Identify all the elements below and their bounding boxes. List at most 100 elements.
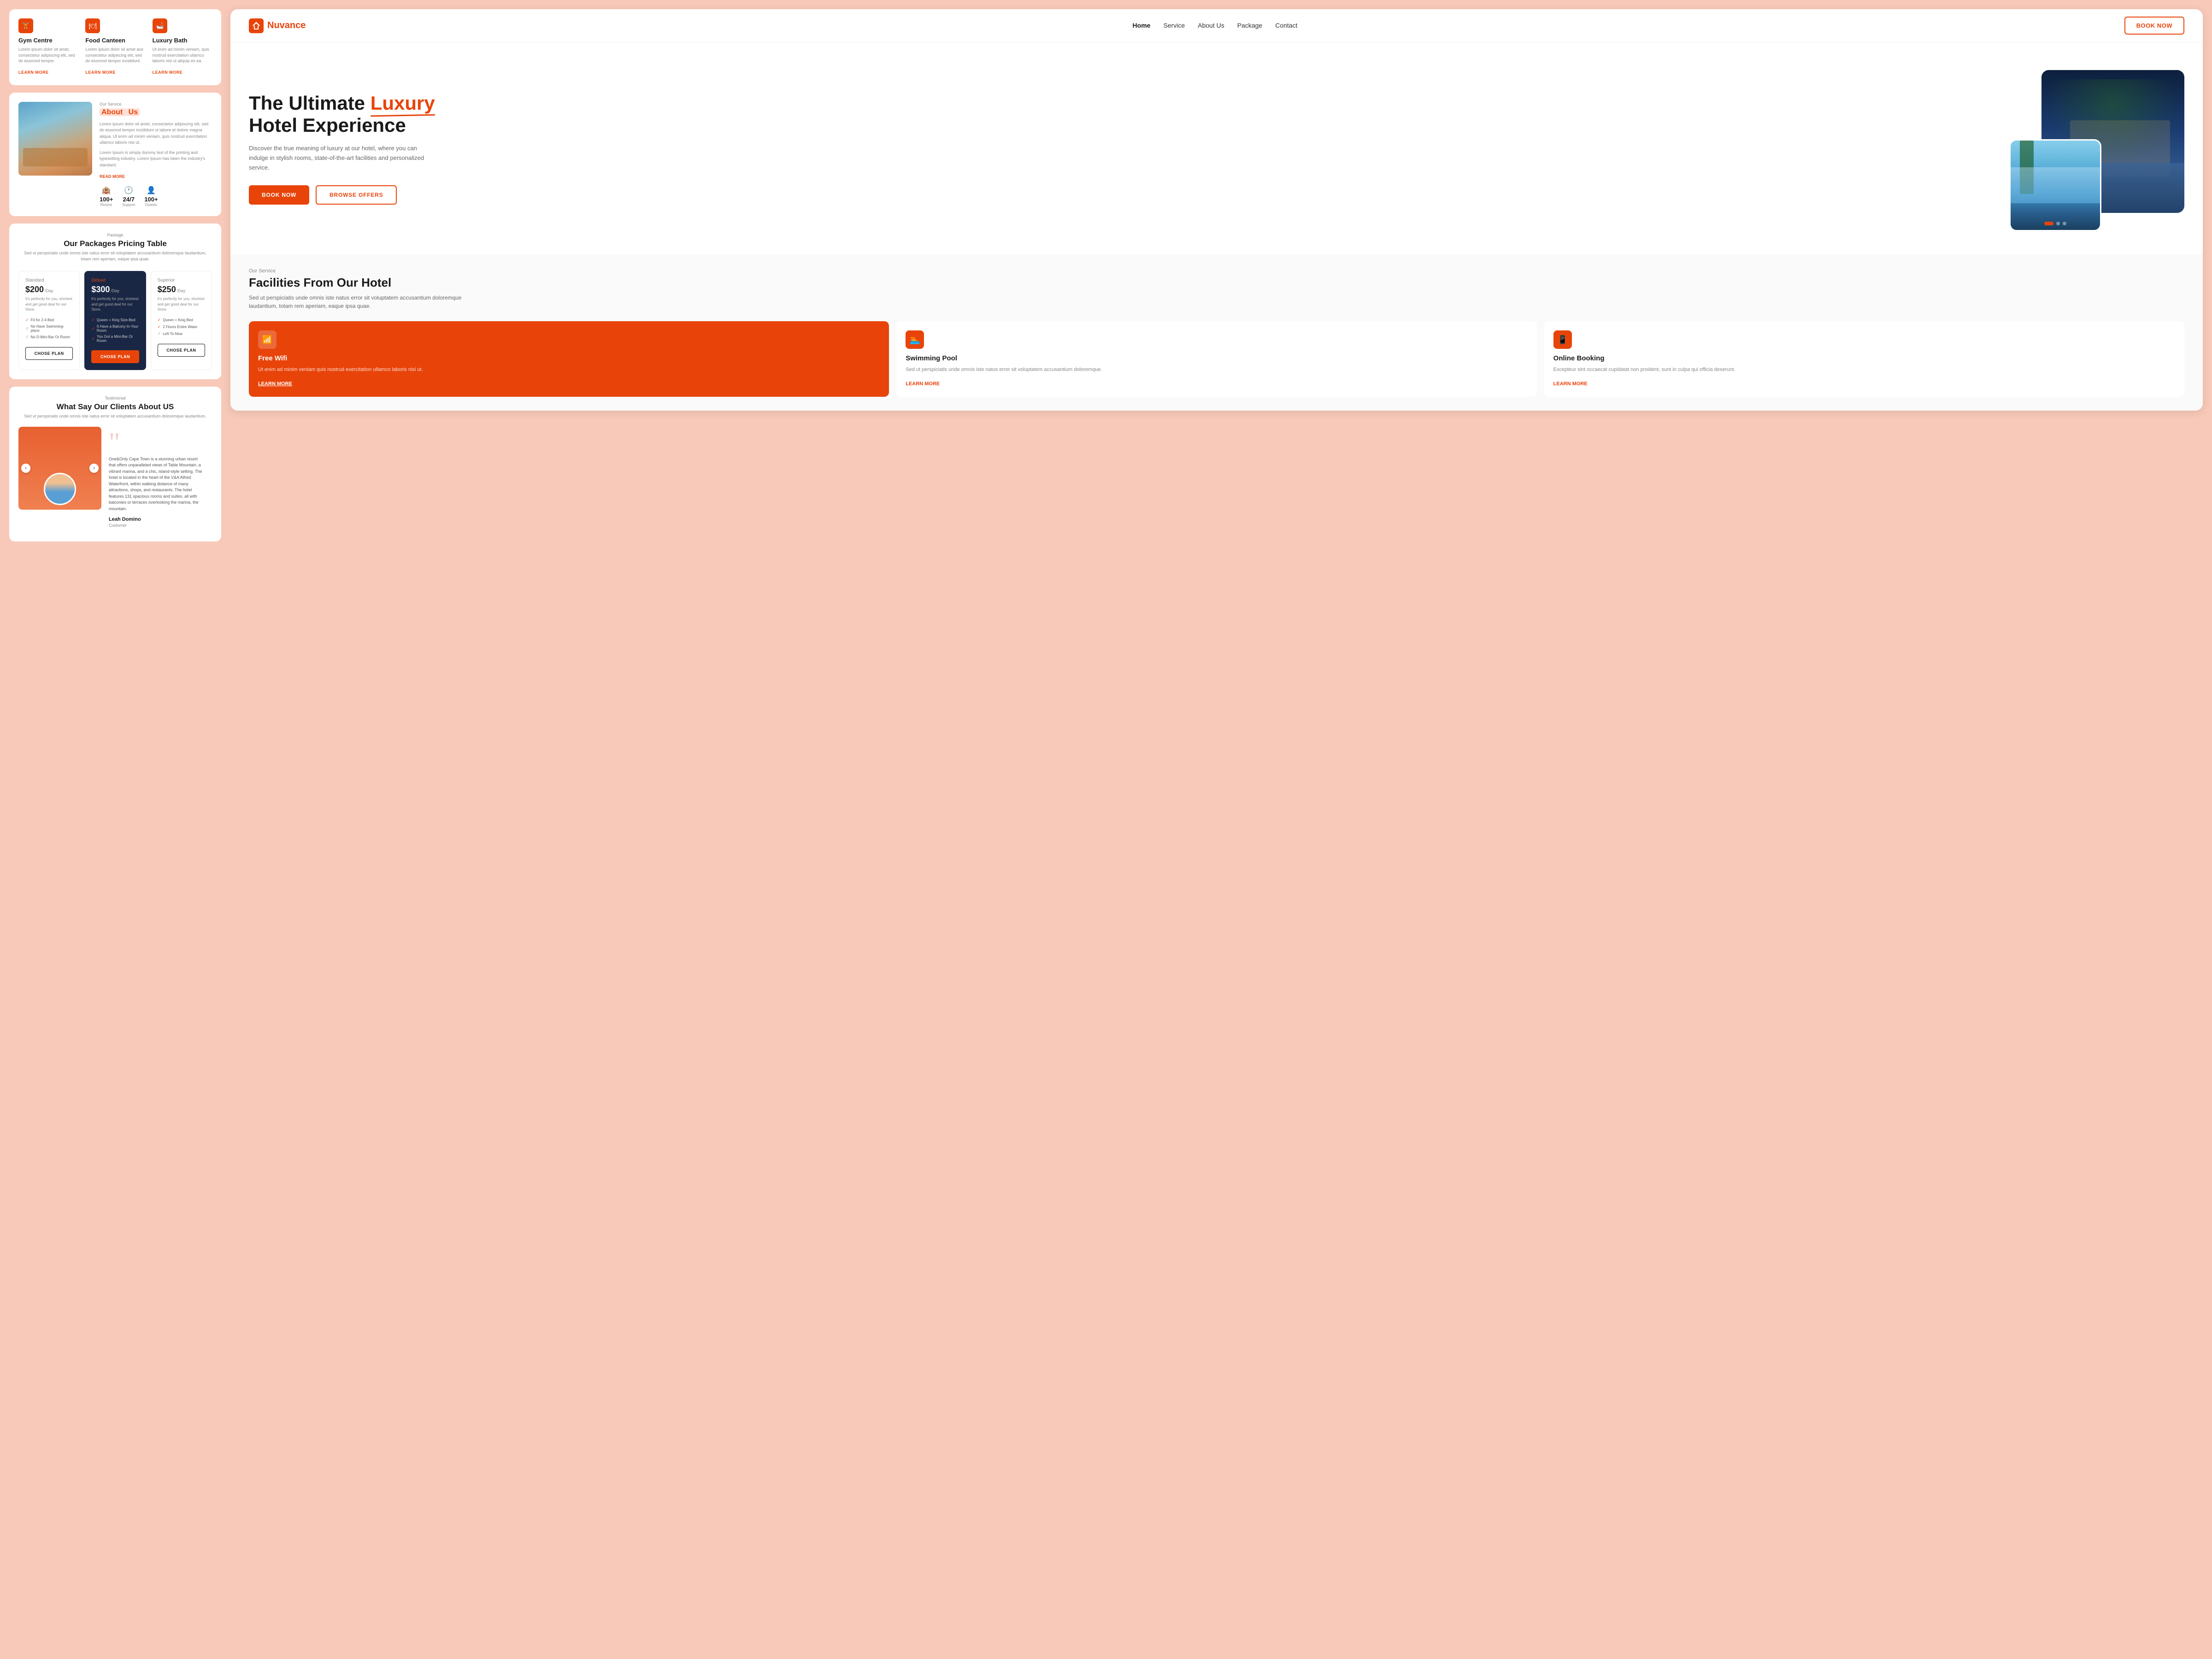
facility-pool: 🏊 Swimming Pool Sed ut perspiciatis unde… xyxy=(896,321,1536,397)
support-number: 24/7 xyxy=(122,196,135,203)
hero-browse-offers-button[interactable]: BROWSE OFFERS xyxy=(316,185,397,205)
guests-number: 100+ xyxy=(144,196,158,203)
pool-learn-more[interactable]: LEARN MORE xyxy=(906,381,940,387)
testimonial-prev-button[interactable]: ‹ xyxy=(21,464,30,473)
food-title: Food Canteen xyxy=(85,37,145,44)
wifi-name: Free Wifi xyxy=(258,354,880,362)
hero-book-now-button[interactable]: BOOK NOW xyxy=(249,185,309,205)
hero-secondary-image xyxy=(2009,139,2101,231)
bath-learn-more[interactable]: LEARN MORE xyxy=(153,70,183,75)
chose-plan-superior-button[interactable]: CHOSE PLAN xyxy=(158,344,205,357)
bath-title: Luxury Bath xyxy=(153,37,212,44)
feature-text: No D-Mini-Bar Or Room xyxy=(31,335,70,339)
deluxe-desc: It's perfectly for you, shortest and get… xyxy=(91,296,139,312)
hero-section: The Ultimate Luxury Hotel Experience Dis… xyxy=(230,42,2203,254)
bath-icon: 🛁 xyxy=(153,18,167,33)
pricing-title: Our Packages Pricing Table xyxy=(18,239,212,248)
dot-3[interactable] xyxy=(2063,222,2066,225)
hero-title-line1: The Ultimate xyxy=(249,92,365,114)
brand-name: Nuvance xyxy=(267,20,306,31)
logo: Nuvance xyxy=(249,18,306,33)
dot-2[interactable] xyxy=(2056,222,2060,225)
nav-service[interactable]: Service xyxy=(1163,22,1185,30)
chose-plan-deluxe-button[interactable]: CHOSE PLAN xyxy=(91,350,139,363)
testimonial-next-button[interactable]: › xyxy=(89,464,99,473)
rooms-icon: 🏨 xyxy=(100,186,113,195)
booking-learn-more[interactable]: LEARN MORE xyxy=(1553,381,1588,387)
about-title: About Us xyxy=(100,108,212,117)
gym-title: Gym Centre xyxy=(18,37,78,44)
about-title-main: About xyxy=(100,108,127,116)
wifi-icon: 📶 xyxy=(258,330,276,349)
about-text1: Lorem ipsum dolor sit amet, consectetur … xyxy=(100,121,212,146)
nav-package[interactable]: Package xyxy=(1237,22,1262,30)
nav-home-link[interactable]: Home xyxy=(1133,22,1151,29)
about-title-accent: Us xyxy=(127,108,140,116)
avatar xyxy=(44,473,76,505)
feature-text: No Have Swimming-place xyxy=(31,324,73,333)
feature-item: ✓ Fit for 2-4 Bed xyxy=(25,317,73,324)
deluxe-plan-name: Deluxe xyxy=(91,278,139,283)
stat-support: 🕐 24/7 Support xyxy=(122,186,135,207)
hero-buttons: BOOK NOW BROWSE OFFERS xyxy=(249,185,2009,205)
feature-text: Queen + King Bed xyxy=(163,318,193,322)
gym-learn-more[interactable]: LEARN MORE xyxy=(18,70,49,75)
standard-price-row: $200 /Day xyxy=(25,285,73,294)
pricing-label: Package xyxy=(18,233,212,237)
stat-guests: 👤 100+ Guests xyxy=(144,186,158,207)
nav-service-link[interactable]: Service xyxy=(1163,22,1185,29)
nav-home[interactable]: Home xyxy=(1133,22,1151,30)
about-text2: Lorem Ipsum is simply dummy text of the … xyxy=(100,150,212,169)
feature-text: Queen + King Size-Bed xyxy=(97,318,135,322)
about-section: Our Service About Us Lorem ipsum dolor s… xyxy=(9,93,221,217)
navbar: Nuvance Home Service About Us Package Co… xyxy=(230,9,2203,42)
feature-item: ✗ No D-Mini-Bar Or Room xyxy=(25,334,73,341)
testimonial-text-area: " One&Only Cape Town is a stunning urban… xyxy=(101,427,212,533)
food-icon: 🍽 xyxy=(85,18,100,33)
pricing-card-standard: Standard $200 /Day It's perfectly for yo… xyxy=(18,271,80,370)
left-panel: 🏋 Gym Centre Lorem ipsum dolor sit amet,… xyxy=(9,9,221,1650)
about-content: Our Service About Us Lorem ipsum dolor s… xyxy=(100,102,212,207)
deluxe-features: ✓ Queen + King Size-Bed ✓ It Have a Balc… xyxy=(91,317,139,344)
quote-mark: " xyxy=(109,431,205,453)
logo-icon xyxy=(249,18,264,33)
read-more-link[interactable]: READ MORE xyxy=(100,174,125,179)
superior-plan-name: Superior xyxy=(158,278,205,283)
standard-desc: It's perfectly for you, shortest and get… xyxy=(25,296,73,312)
superior-price: $250 xyxy=(158,285,176,294)
facility-wifi: 📶 Free Wifi Ut enim ad minim veniam quis… xyxy=(249,321,889,397)
hero-title-accent: Luxury xyxy=(371,92,435,114)
nav-about-link[interactable]: About Us xyxy=(1198,22,1224,29)
service-cards-section: 🏋 Gym Centre Lorem ipsum dolor sit amet,… xyxy=(9,9,221,85)
wifi-learn-more[interactable]: LEARN MORE xyxy=(258,381,292,387)
testimonial-title: What Say Our Clients About US xyxy=(18,402,212,412)
hero-description: Discover the true meaning of luxury at o… xyxy=(249,144,433,172)
nav-contact-link[interactable]: Contact xyxy=(1275,22,1297,29)
nav-package-link[interactable]: Package xyxy=(1237,22,1262,29)
feature-item: ✓ It Have a Balcony In-Your Room xyxy=(91,324,139,334)
support-icon: 🕐 xyxy=(122,186,135,195)
wifi-desc: Ut enim ad minim veniam quis nostrud exe… xyxy=(258,366,880,374)
pool-desc: Sed ut perspiciatis unde omnis iste natu… xyxy=(906,366,1527,374)
gym-desc: Lorem ipsum dolor sit amet, consectetur … xyxy=(18,47,78,64)
about-service-label: Our Service xyxy=(100,102,212,106)
pricing-cards: Standard $200 /Day It's perfectly for yo… xyxy=(18,271,212,370)
superior-price-row: $250 /Day xyxy=(158,285,205,294)
nav-contact[interactable]: Contact xyxy=(1275,22,1297,30)
standard-plan-name: Standard xyxy=(25,278,73,283)
chose-plan-standard-button[interactable]: CHOSE PLAN xyxy=(25,347,73,360)
navbar-book-now-button[interactable]: BOOK NOW xyxy=(2124,17,2184,35)
services-section: Our Service Facilities From Our Hotel Se… xyxy=(230,254,2203,411)
pool-icon: 🏊 xyxy=(906,330,924,349)
food-learn-more[interactable]: LEARN MORE xyxy=(85,70,116,75)
pricing-card-deluxe: Deluxe $300 /Day It's perfectly for you,… xyxy=(84,271,146,370)
hero-title: The Ultimate Luxury Hotel Experience xyxy=(249,92,2009,137)
dot-1[interactable] xyxy=(2044,222,2053,225)
hero-content: The Ultimate Luxury Hotel Experience Dis… xyxy=(249,92,2009,205)
standard-features: ✓ Fit for 2-4 Bed ✗ No Have Swimming-pla… xyxy=(25,317,73,341)
stats-row: 🏨 100+ Rooms 🕐 24/7 Support 👤 100+ Guest… xyxy=(100,186,212,207)
nav-about[interactable]: About Us xyxy=(1198,22,1224,30)
superior-period: /Day xyxy=(177,288,186,293)
pricing-section: Package Our Packages Pricing Table Sed u… xyxy=(9,224,221,379)
booking-desc: Excepteur sint occaecat cupidatat non pr… xyxy=(1553,366,2175,374)
